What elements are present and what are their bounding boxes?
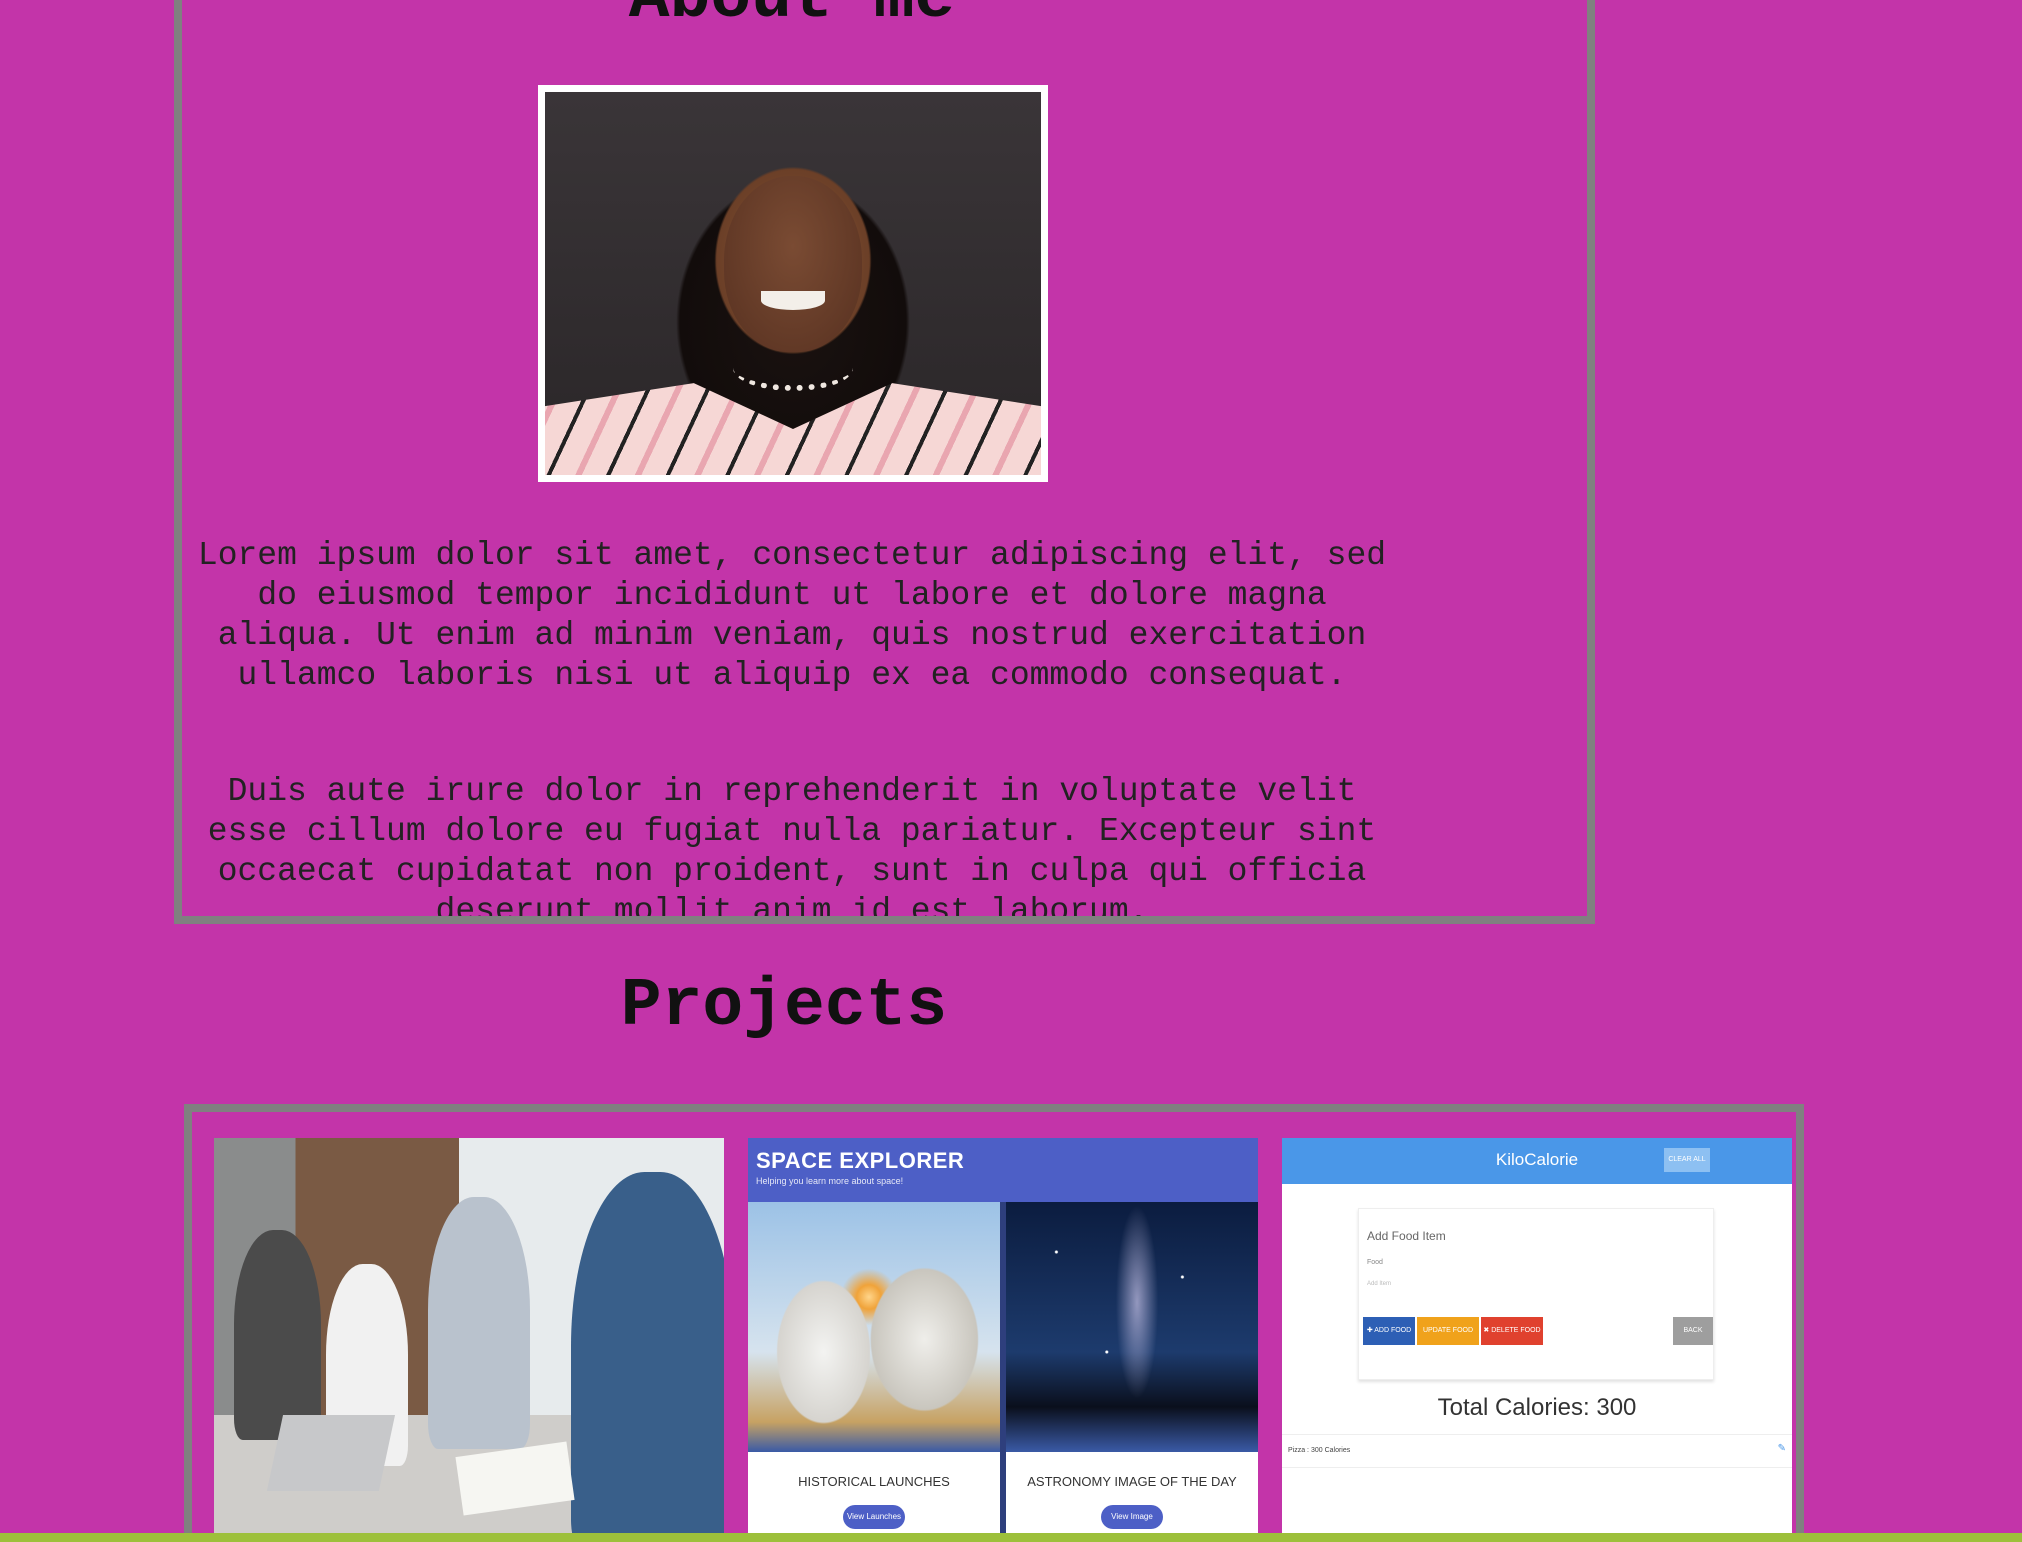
space-explorer-header: SPACE EXPLORER Helping you learn more ab… — [748, 1138, 1258, 1202]
milky-way-image — [1006, 1202, 1258, 1452]
add-food-title: Add Food Item — [1367, 1229, 1446, 1243]
space-explorer-title: SPACE EXPLORER — [756, 1148, 965, 1173]
astronomy-image-label: ASTRONOMY IMAGE OF THE DAY — [1027, 1474, 1237, 1489]
person-shape — [428, 1196, 531, 1449]
project-card-team[interactable] — [214, 1138, 724, 1542]
projects-title: Projects — [620, 968, 948, 1045]
food-input[interactable]: Add Item — [1367, 1281, 1391, 1287]
total-calories: Total Calories: 300 — [1437, 1394, 1637, 1421]
edit-pencil-icon[interactable]: ✎ — [1778, 1443, 1786, 1454]
project-card-kilocalorie[interactable]: KiloCalorie CLEAR ALL Add Food Item Food… — [1282, 1138, 1792, 1542]
view-launches-button[interactable]: View Launches — [843, 1505, 905, 1529]
update-food-button[interactable]: UPDATE FOOD — [1417, 1317, 1479, 1345]
kilocalorie-navbar: KiloCalorie CLEAR ALL — [1282, 1138, 1792, 1184]
about-section: About me Lorem ipsum dolor sit amet, con… — [174, 0, 1595, 924]
add-food-form: Add Food Item Food Calories Add Item Add… — [1358, 1208, 1714, 1380]
kilocalorie-title: KiloCalorie — [1495, 1150, 1579, 1169]
food-label: Food — [1367, 1259, 1383, 1266]
footer-bar — [0, 1533, 2022, 1542]
about-paragraph-1: Lorem ipsum dolor sit amet, consectetur … — [197, 537, 1387, 694]
historical-launches-label: HISTORICAL LAUNCHES — [798, 1474, 950, 1489]
portfolio-page: About me Lorem ipsum dolor sit amet, con… — [0, 0, 2022, 1542]
profile-photo — [545, 92, 1041, 475]
project-card-space-explorer[interactable]: SPACE EXPLORER Helping you learn more ab… — [748, 1138, 1258, 1542]
laptop-shape — [267, 1415, 396, 1491]
calories-input[interactable]: Add Calories — [1541, 1317, 1581, 1345]
food-list-item: Pizza : 300 Calories ✎ — [1282, 1434, 1792, 1468]
shuttle-launch-image — [748, 1202, 1000, 1452]
astronomy-image-card: ASTRONOMY IMAGE OF THE DAY View Image — [1006, 1202, 1258, 1542]
paper-shape — [455, 1441, 575, 1516]
portrait-face — [723, 176, 863, 353]
food-item-text: Pizza : 300 Calories — [1288, 1447, 1351, 1454]
projects-section: SPACE EXPLORER Helping you learn more ab… — [184, 1104, 1804, 1542]
about-title: About me — [182, 0, 1402, 37]
view-image-button[interactable]: View Image — [1101, 1505, 1163, 1529]
add-food-button[interactable]: ✚ ADD FOOD — [1363, 1317, 1415, 1345]
portrait-necklace — [733, 345, 853, 391]
delete-food-button[interactable]: ✖ DELETE FOOD — [1481, 1317, 1543, 1345]
profile-photo-frame — [538, 85, 1048, 482]
historical-launches-card: HISTORICAL LAUNCHES View Launches — [748, 1202, 1000, 1542]
about-paragraph-2: Duis aute irure dolor in reprehenderit i… — [207, 773, 1377, 924]
person-shape — [234, 1230, 322, 1441]
team-meeting-image — [214, 1138, 724, 1542]
person-shape — [571, 1171, 724, 1542]
back-button[interactable]: BACK — [1673, 1317, 1713, 1345]
clear-all-button[interactable]: CLEAR ALL — [1664, 1148, 1710, 1172]
space-explorer-subtitle: Helping you learn more about space! — [756, 1176, 904, 1186]
